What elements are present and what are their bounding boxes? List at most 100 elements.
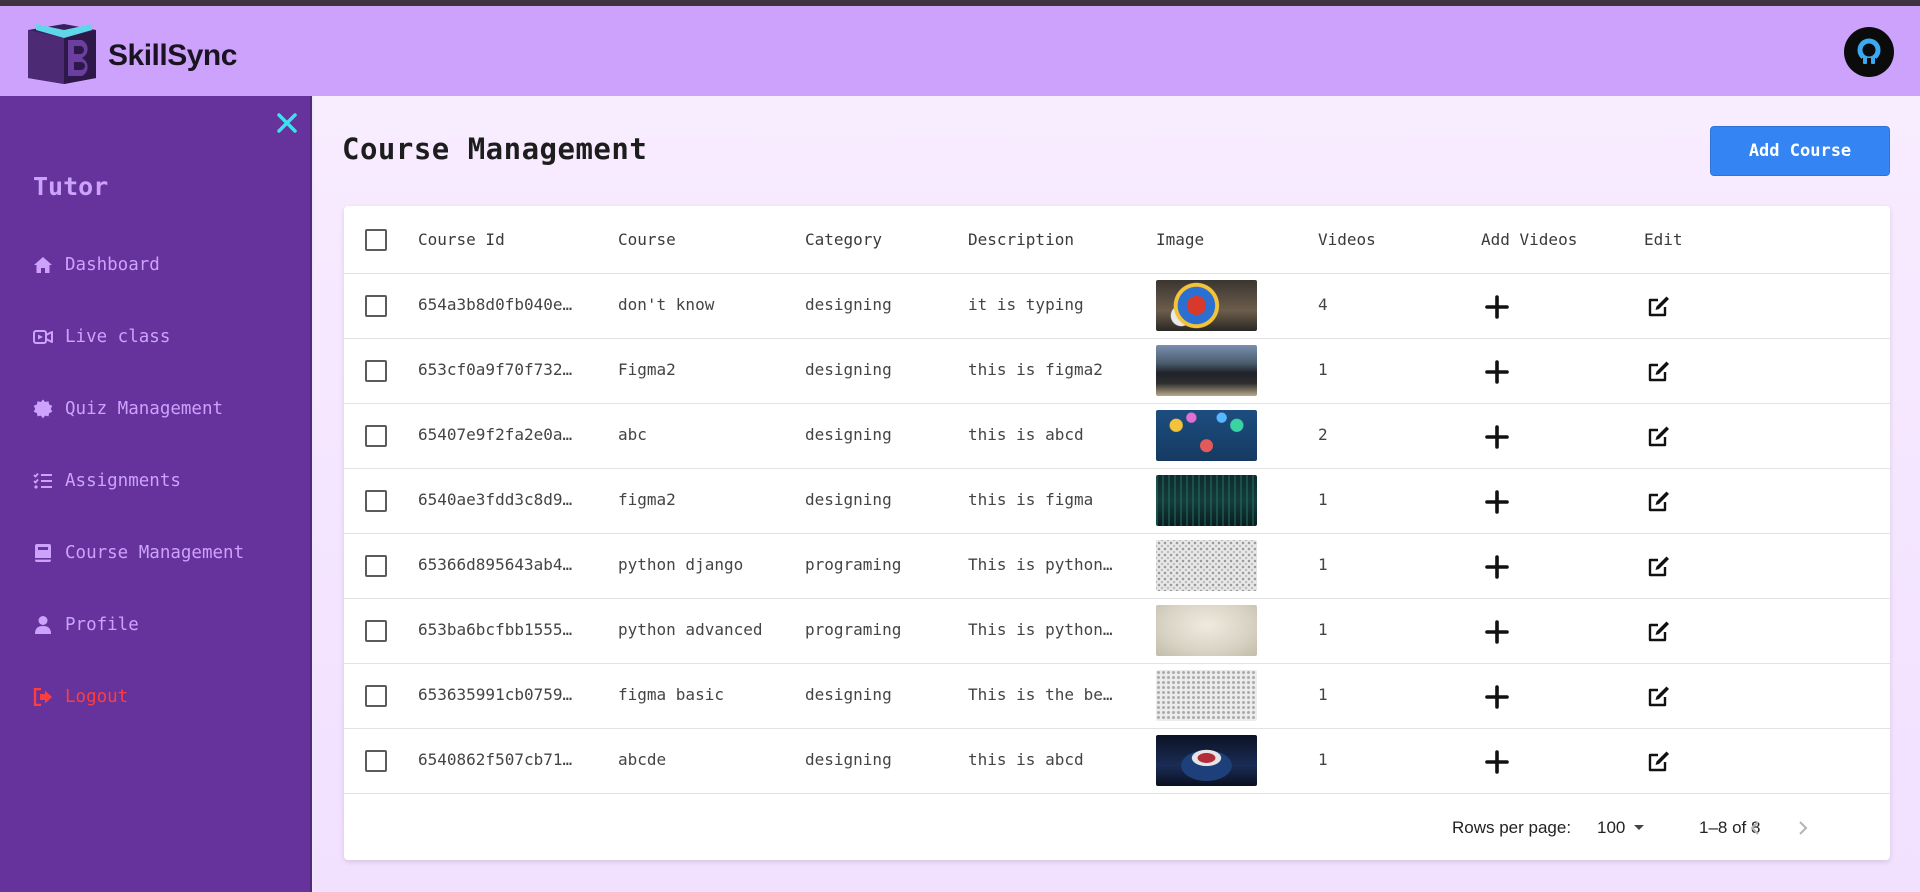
course-name-cell: python advanced bbox=[618, 620, 763, 639]
description-cell: This is python… bbox=[968, 555, 1113, 574]
row-checkbox[interactable] bbox=[365, 295, 387, 317]
sidebar: Tutor Dashboard Live class Quiz Manageme… bbox=[0, 96, 312, 892]
add-video-icon[interactable] bbox=[1484, 749, 1510, 775]
column-header-image[interactable]: Image bbox=[1156, 230, 1204, 249]
table-row[interactable]: 654a3b8d0fb040e… don't know designing it… bbox=[344, 274, 1890, 339]
column-header-category[interactable]: Category bbox=[805, 230, 882, 249]
user-avatar[interactable] bbox=[1844, 27, 1894, 77]
edit-icon[interactable] bbox=[1647, 489, 1671, 513]
description-cell: this is abcd bbox=[968, 750, 1084, 769]
category-cell: designing bbox=[805, 425, 892, 444]
table-row[interactable]: 653ba6bcfbb1555… python advanced program… bbox=[344, 599, 1890, 664]
edit-icon[interactable] bbox=[1647, 619, 1671, 643]
course-table: Course Id Course Category Description Im… bbox=[344, 206, 1890, 860]
sidebar-item-live-class[interactable]: Live class bbox=[33, 322, 170, 352]
add-video-icon[interactable] bbox=[1484, 684, 1510, 710]
category-cell: designing bbox=[805, 490, 892, 509]
sidebar-item-label: Live class bbox=[65, 327, 171, 347]
edit-icon[interactable] bbox=[1647, 554, 1671, 578]
sidebar-item-course-management[interactable]: Course Management bbox=[33, 538, 244, 568]
description-cell: this is figma2 bbox=[968, 360, 1103, 379]
add-video-icon[interactable] bbox=[1484, 424, 1510, 450]
row-checkbox[interactable] bbox=[365, 685, 387, 707]
video-count-cell: 1 bbox=[1318, 685, 1328, 704]
column-header-course-id[interactable]: Course Id bbox=[418, 230, 505, 249]
previous-page-button[interactable] bbox=[1740, 813, 1770, 843]
course-image-thumbnail bbox=[1156, 475, 1257, 526]
course-name-cell: figma2 bbox=[618, 490, 676, 509]
select-all-checkbox[interactable] bbox=[365, 229, 387, 251]
course-id-cell: 653635991cb0759… bbox=[418, 685, 573, 704]
add-video-icon[interactable] bbox=[1484, 619, 1510, 645]
table-row[interactable]: 6540ae3fdd3c8d9… figma2 designing this i… bbox=[344, 469, 1890, 534]
video-count-cell: 1 bbox=[1318, 620, 1328, 639]
chevron-right-icon bbox=[1799, 821, 1808, 835]
course-id-cell: 653ba6bcfbb1555… bbox=[418, 620, 573, 639]
column-header-description[interactable]: Description bbox=[968, 230, 1074, 249]
video-count-cell: 1 bbox=[1318, 360, 1328, 379]
row-checkbox[interactable] bbox=[365, 360, 387, 382]
close-sidebar-icon[interactable] bbox=[276, 112, 298, 134]
add-course-button[interactable]: Add Course bbox=[1710, 126, 1890, 176]
column-header-add-videos[interactable]: Add Videos bbox=[1481, 230, 1577, 249]
add-video-icon[interactable] bbox=[1484, 294, 1510, 320]
course-id-cell: 65407e9f2fa2e0a… bbox=[418, 425, 573, 444]
course-name-cell: don't know bbox=[618, 295, 715, 314]
course-image-thumbnail bbox=[1156, 605, 1257, 656]
next-page-button[interactable] bbox=[1788, 813, 1818, 843]
column-header-course[interactable]: Course bbox=[618, 230, 676, 249]
course-image-thumbnail bbox=[1156, 410, 1257, 461]
course-image-thumbnail bbox=[1156, 540, 1257, 591]
table-row[interactable]: 65407e9f2fa2e0a… abc designing this is a… bbox=[344, 404, 1890, 469]
app-header: SkillSync bbox=[0, 6, 1920, 96]
row-checkbox[interactable] bbox=[365, 555, 387, 577]
table-pagination: Rows per page: 100 1–8 of 8 bbox=[344, 798, 1890, 860]
course-image-thumbnail bbox=[1156, 735, 1257, 786]
course-name-cell: figma basic bbox=[618, 685, 724, 704]
edit-icon[interactable] bbox=[1647, 749, 1671, 773]
video-count-cell: 1 bbox=[1318, 555, 1328, 574]
course-id-cell: 65366d895643ab4… bbox=[418, 555, 573, 574]
edit-icon[interactable] bbox=[1647, 424, 1671, 448]
table-row[interactable]: 6540862f507cb71… abcde designing this is… bbox=[344, 729, 1890, 794]
video-icon bbox=[33, 327, 53, 347]
description-cell: This is python… bbox=[968, 620, 1113, 639]
table-row[interactable]: 653635991cb0759… figma basic designing T… bbox=[344, 664, 1890, 729]
category-cell: programing bbox=[805, 555, 902, 574]
main-content: Course Management Add Course Course Id C… bbox=[314, 96, 1920, 892]
list-check-icon bbox=[33, 471, 53, 491]
description-cell: it is typing bbox=[968, 295, 1084, 314]
row-checkbox[interactable] bbox=[365, 750, 387, 772]
row-checkbox[interactable] bbox=[365, 425, 387, 447]
sidebar-item-quiz-management[interactable]: Quiz Management bbox=[33, 394, 223, 424]
user-icon bbox=[33, 615, 53, 635]
add-video-icon[interactable] bbox=[1484, 359, 1510, 385]
sidebar-item-profile[interactable]: Profile bbox=[33, 610, 139, 640]
category-cell: programing bbox=[805, 620, 902, 639]
row-checkbox[interactable] bbox=[365, 620, 387, 642]
sidebar-item-assignments[interactable]: Assignments bbox=[33, 466, 181, 496]
edit-icon[interactable] bbox=[1647, 294, 1671, 318]
book-icon bbox=[33, 543, 53, 563]
course-id-cell: 6540862f507cb71… bbox=[418, 750, 573, 769]
column-header-videos[interactable]: Videos bbox=[1318, 230, 1376, 249]
sidebar-item-logout[interactable]: Logout bbox=[33, 682, 128, 712]
add-video-icon[interactable] bbox=[1484, 489, 1510, 515]
row-checkbox[interactable] bbox=[365, 490, 387, 512]
sidebar-item-dashboard[interactable]: Dashboard bbox=[33, 250, 160, 280]
rows-per-page-select[interactable]: 100 bbox=[1597, 816, 1645, 840]
sidebar-item-label: Quiz Management bbox=[65, 399, 224, 419]
column-header-edit[interactable]: Edit bbox=[1644, 230, 1683, 249]
logout-icon bbox=[33, 687, 53, 707]
rows-per-page-value: 100 bbox=[1597, 818, 1626, 837]
table-row[interactable]: 653cf0a9f70f732… Figma2 designing this i… bbox=[344, 339, 1890, 404]
edit-icon[interactable] bbox=[1647, 359, 1671, 383]
add-video-icon[interactable] bbox=[1484, 554, 1510, 580]
table-row[interactable]: 65366d895643ab4… python django programin… bbox=[344, 534, 1890, 599]
role-heading: Tutor bbox=[33, 172, 109, 201]
home-icon bbox=[33, 255, 53, 275]
description-cell: This is the be… bbox=[968, 685, 1113, 704]
edit-icon[interactable] bbox=[1647, 684, 1671, 708]
category-cell: designing bbox=[805, 750, 892, 769]
course-id-cell: 654a3b8d0fb040e… bbox=[418, 295, 573, 314]
